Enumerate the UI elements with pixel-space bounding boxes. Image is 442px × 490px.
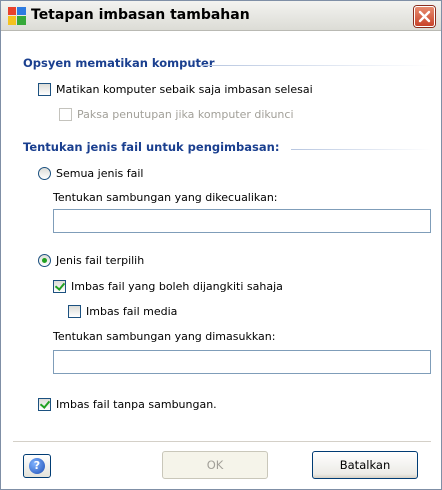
included-extensions-input[interactable]: [53, 350, 431, 374]
all-types-option[interactable]: Semua jenis fail: [38, 165, 143, 181]
no-extension-option[interactable]: Imbas fail tanpa sambungan.: [38, 396, 217, 412]
avg-app-icon: [8, 7, 26, 25]
infectable-only-checkbox[interactable]: [53, 279, 66, 293]
help-icon: ?: [29, 458, 45, 474]
force-shutdown-label: Paksa penutupan jika komputer dikunci: [77, 107, 294, 121]
window-title: Tetapan imbasan tambahan: [31, 7, 250, 23]
selected-types-label: Jenis fail terpilih: [56, 253, 145, 267]
infectable-only-label: Imbas fail yang boleh dijangkiti sahaja: [71, 279, 283, 293]
infectable-only-option[interactable]: Imbas fail yang boleh dijangkiti sahaja: [53, 278, 283, 294]
shutdown-option[interactable]: Matikan komputer sebaik saja imbasan sel…: [38, 81, 313, 97]
button-bar-divider: [13, 441, 431, 442]
cancel-button-label: Batalkan: [339, 458, 391, 472]
included-extensions-label: Tentukan sambungan yang dimasukkan:: [53, 330, 276, 343]
title-bar[interactable]: Tetapan imbasan tambahan: [1, 1, 441, 31]
shutdown-section-title: Opsyen mematikan komputer: [23, 56, 215, 70]
help-button[interactable]: ?: [23, 454, 51, 478]
shutdown-checkbox-label: Matikan komputer sebaik saja imbasan sel…: [56, 82, 313, 96]
section-divider: [291, 149, 431, 150]
close-button[interactable]: [414, 6, 435, 27]
ok-button[interactable]: OK: [162, 451, 268, 479]
media-files-option[interactable]: Imbas fail media: [68, 303, 177, 319]
media-files-label: Imbas fail media: [86, 304, 178, 318]
media-files-checkbox[interactable]: [68, 304, 81, 318]
force-shutdown-option: Paksa penutupan jika komputer dikunci: [59, 106, 294, 122]
selected-types-option[interactable]: Jenis fail terpilih: [38, 252, 144, 268]
shutdown-checkbox[interactable]: [38, 82, 51, 96]
all-types-label: Semua jenis fail: [56, 166, 144, 180]
excluded-extensions-input[interactable]: [53, 209, 431, 233]
no-extension-label: Imbas fail tanpa sambungan.: [56, 397, 217, 411]
cancel-button[interactable]: Batalkan: [312, 451, 418, 479]
dialog-window: Tetapan imbasan tambahan Opsyen mematika…: [0, 0, 442, 490]
close-icon: [418, 10, 431, 23]
file-types-section-title: Tentukan jenis fail untuk pengimbasan:: [23, 140, 280, 154]
ok-button-label: OK: [206, 458, 224, 472]
selected-types-radio[interactable]: [38, 253, 51, 267]
all-types-radio[interactable]: [38, 166, 51, 180]
force-shutdown-checkbox: [59, 107, 72, 121]
section-divider: [201, 65, 431, 66]
excluded-extensions-label: Tentukan sambungan yang dikecualikan:: [53, 191, 278, 204]
no-extension-checkbox[interactable]: [38, 397, 51, 411]
